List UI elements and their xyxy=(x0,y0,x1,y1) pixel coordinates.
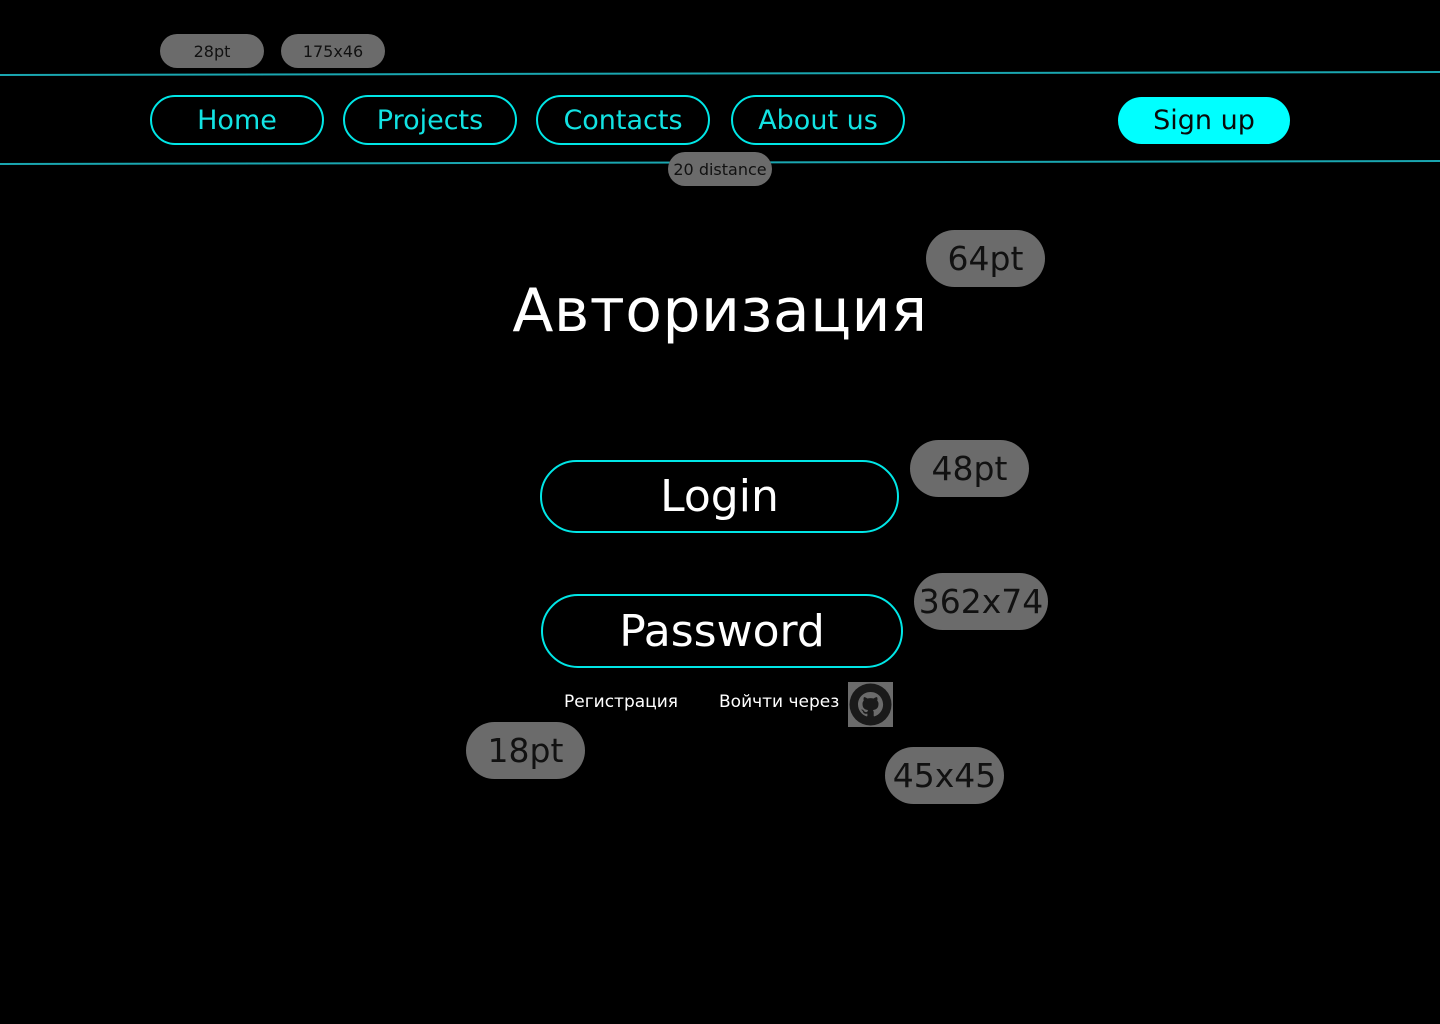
annotation-icon-size: 45x45 xyxy=(885,747,1004,804)
nav-projects-button[interactable]: Projects xyxy=(343,95,517,145)
signup-button[interactable]: Sign up xyxy=(1118,97,1290,144)
nav-about-button[interactable]: About us xyxy=(731,95,905,145)
github-login-button[interactable] xyxy=(848,682,893,727)
annotation-link-font-size: 18pt xyxy=(466,722,585,779)
github-icon xyxy=(849,683,892,726)
login-field[interactable]: Login xyxy=(540,460,899,533)
annotation-field-font-size: 48pt xyxy=(910,440,1029,497)
page-title: Авторизация xyxy=(512,276,928,346)
annotation-field-size: 362x74 xyxy=(914,573,1048,630)
nav-home-button[interactable]: Home xyxy=(150,95,324,145)
annotation-nav-button-size: 175x46 xyxy=(281,34,385,68)
nav-contacts-button[interactable]: Contacts xyxy=(536,95,710,145)
login-via-label: Войчти через xyxy=(719,692,840,712)
password-field[interactable]: Password xyxy=(541,594,903,668)
header-guide-line-top xyxy=(0,70,1440,76)
register-link[interactable]: Регистрация xyxy=(564,692,678,712)
annotation-nav-font-size: 28pt xyxy=(160,34,264,68)
annotation-title-font-size: 64pt xyxy=(926,230,1045,287)
annotation-nav-distance: 20 distance xyxy=(668,152,772,186)
